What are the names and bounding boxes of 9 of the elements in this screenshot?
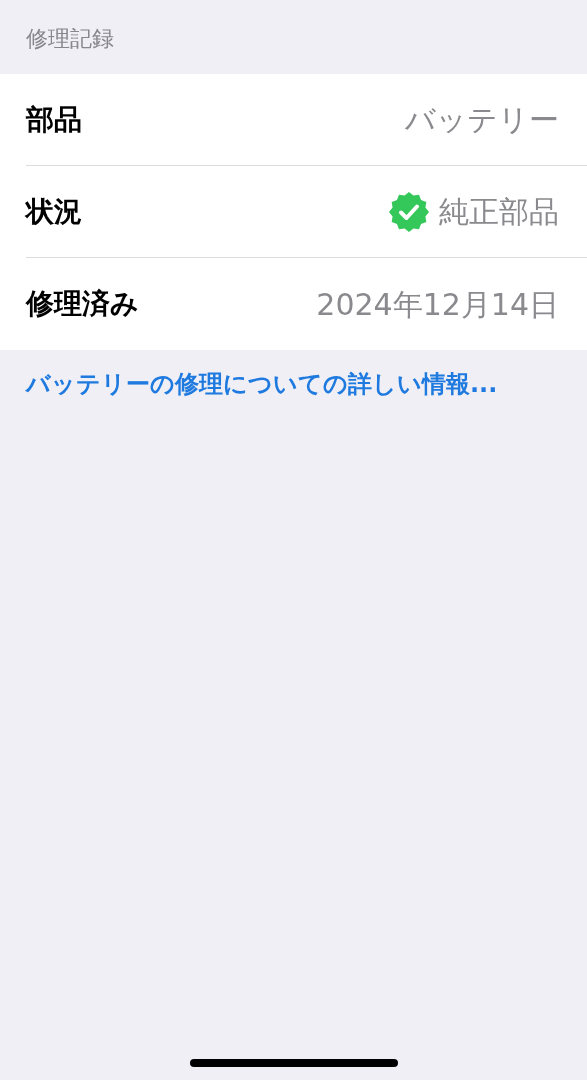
row-value: 2024年12月14日: [316, 285, 559, 324]
row-label: 状況: [26, 193, 82, 230]
more-info-link[interactable]: バッテリーの修理についての詳しい情報...: [26, 370, 498, 398]
row-label: 修理済み: [26, 286, 139, 322]
row-value: 純正部品: [439, 193, 559, 231]
row-value: バッテリー: [405, 101, 559, 139]
section-header: 修理記録: [26, 24, 114, 53]
verified-check-icon: [389, 191, 429, 232]
row-label: 部品: [26, 101, 82, 138]
